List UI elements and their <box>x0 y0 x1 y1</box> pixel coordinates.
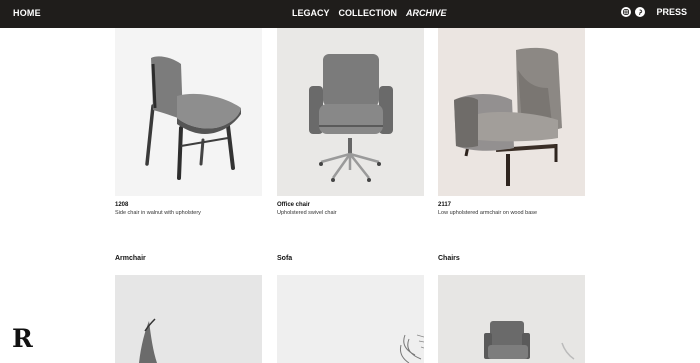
nav-press-link[interactable]: PRESS <box>656 7 687 17</box>
top-nav-bar: HOME LEGACY COLLECTION ARCHIVE PRESS <box>0 0 700 28</box>
section-title-sofa[interactable]: Sofa <box>277 255 292 262</box>
section-image-chairs[interactable] <box>438 275 585 363</box>
section-title-armchair[interactable]: Armchair <box>115 255 146 262</box>
product-image-office-chair <box>277 28 424 196</box>
instagram-icon[interactable] <box>621 7 632 17</box>
product-card[interactable]: 2117 Low upholstered armchair on wood ba… <box>438 28 585 217</box>
section-image-armchair[interactable] <box>115 275 262 363</box>
pinterest-icon[interactable] <box>635 7 646 17</box>
section-title-chairs[interactable]: Chairs <box>438 255 460 262</box>
nav-collection-link[interactable]: COLLECTION <box>339 8 398 18</box>
product-description: Low upholstered armchair on wood base <box>438 210 538 216</box>
nav-legacy-link[interactable]: LEGACY <box>292 8 330 18</box>
product-description: Side chair in walnut with upholstery <box>115 210 201 216</box>
product-code: 2117 <box>438 202 452 208</box>
product-image-armchair <box>438 28 585 196</box>
product-description: Upholstered swivel chair <box>277 210 337 216</box>
product-card[interactable]: 1208 Side chair in walnut with upholster… <box>115 28 262 217</box>
nav-archive-link[interactable]: ARCHIVE <box>406 8 447 18</box>
nav-right-group: PRESS <box>621 7 687 17</box>
product-code: 1208 <box>115 202 129 208</box>
product-code: Office chair <box>277 202 311 208</box>
product-card[interactable]: Office chair Upholstered swivel chair <box>277 28 424 217</box>
main-nav: LEGACY COLLECTION ARCHIVE <box>292 8 447 18</box>
brand-logo[interactable]: R <box>12 326 33 351</box>
section-image-sofa[interactable] <box>277 275 424 363</box>
nav-home-link[interactable]: HOME <box>13 8 41 18</box>
product-image-side-chair <box>115 28 262 196</box>
